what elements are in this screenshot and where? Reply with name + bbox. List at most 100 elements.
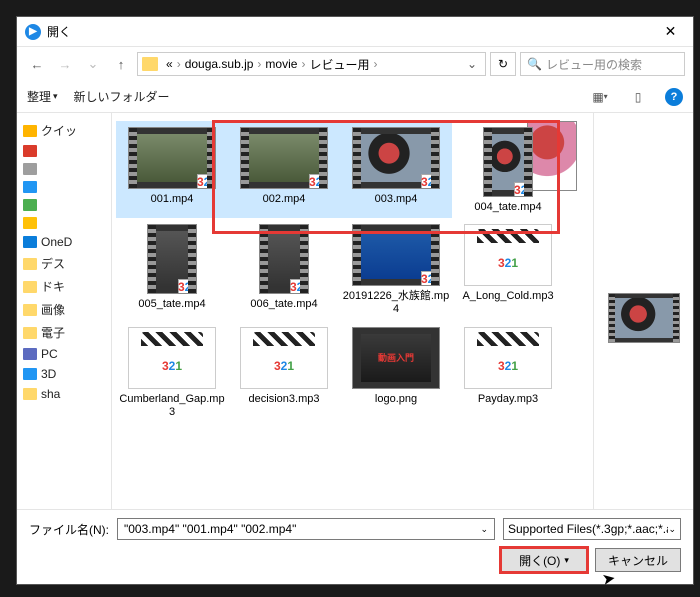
open-dialog: ▶ 開く ✕ ← → ⌄ ↑ «› douga.sub.jp› movie› レ… [16, 16, 694, 585]
sidebar-item[interactable]: クイッ [19, 119, 109, 142]
view-button[interactable]: ▦ ▾ [589, 86, 611, 108]
file-thumbnail: 321 [464, 327, 552, 389]
sidebar-item-label: デス [41, 255, 65, 272]
organize-menu[interactable]: 整理 ▾ [27, 88, 58, 105]
refresh-button[interactable]: ↻ [490, 52, 516, 76]
sidebar-item[interactable] [19, 214, 109, 232]
sidebar-icon [23, 199, 37, 211]
file-thumbnail: 321 [483, 127, 533, 197]
mpc-badge-icon: 321 [421, 174, 440, 189]
sidebar-item[interactable]: sha [19, 384, 109, 404]
preview-pane-button[interactable]: ▯ [627, 86, 649, 108]
back-button[interactable]: ← [25, 52, 49, 76]
sidebar-item-label: OneD [41, 235, 72, 249]
file-name: 20191226_水族館.mp4 [342, 290, 450, 316]
search-placeholder: レビュー用の検索 [546, 56, 642, 73]
file-thumbnail: 動画入門 [352, 327, 440, 389]
sidebar-item[interactable]: 画像 [19, 298, 109, 321]
file-thumbnail: 321 [464, 224, 552, 286]
sidebar-item-label: ドキ [41, 278, 65, 295]
file-item[interactable]: 321 A_Long_Cold.mp3 [452, 218, 564, 320]
help-button[interactable]: ? [665, 88, 683, 106]
filetype-filter[interactable]: Supported Files(*.3gp;*.aac;*.ac⌄ [503, 518, 681, 540]
file-name: Payday.mp3 [478, 393, 538, 406]
titlebar: ▶ 開く ✕ [17, 17, 693, 47]
sidebar-item-label: 画像 [41, 301, 65, 318]
file-item[interactable]: 321005_tate.mp4 [116, 218, 228, 320]
file-thumbnail: 321 [352, 127, 440, 189]
address-bar: ← → ⌄ ↑ «› douga.sub.jp› movie› レビュー用› ⌄… [17, 47, 693, 81]
file-item[interactable]: 321002.mp4 [228, 121, 340, 218]
crumb-1[interactable]: douga.sub.jp [181, 57, 258, 71]
path-dropdown-icon[interactable]: ⌄ [463, 57, 481, 71]
sidebar-item[interactable] [19, 160, 109, 178]
sidebar-item-label: クイッ [41, 122, 77, 139]
search-icon: 🔍 [527, 57, 542, 71]
file-item[interactable]: 321 decision3.mp3 [228, 321, 340, 423]
sidebar-icon [23, 281, 37, 293]
file-thumbnail: 321 [240, 127, 328, 189]
up-button[interactable]: ↑ [109, 52, 133, 76]
open-button[interactable]: 開く(O)▾ ➤ [501, 548, 587, 572]
forward-button[interactable]: → [53, 52, 77, 76]
file-name: A_Long_Cold.mp3 [462, 290, 553, 303]
file-name: 006_tate.mp4 [250, 298, 317, 311]
filename-input[interactable]: "003.mp4" "001.mp4" "002.mp4"⌄ [117, 518, 495, 540]
mpc-badge-icon: 321 [514, 182, 533, 197]
file-item[interactable]: 動画入門 logo.png [340, 321, 452, 423]
cancel-button[interactable]: キャンセル [595, 548, 681, 572]
file-item[interactable]: 321003.mp4 [340, 121, 452, 218]
toolbar: 整理 ▾ 新しいフォルダー ▦ ▾ ▯ ? [17, 81, 693, 113]
sidebar-icon [23, 236, 37, 248]
sidebar-icon [23, 388, 37, 400]
file-thumbnail: 321 [240, 327, 328, 389]
sidebar-icon [23, 125, 37, 137]
sidebar-item[interactable]: デス [19, 252, 109, 275]
crumb-root[interactable]: « [162, 57, 177, 71]
sidebar-icon [23, 145, 37, 157]
dialog-title: 開く [47, 23, 648, 40]
mpc-badge-icon: 321 [197, 174, 216, 189]
sidebar-item[interactable] [19, 196, 109, 214]
breadcrumb[interactable]: «› douga.sub.jp› movie› レビュー用› ⌄ [137, 52, 486, 76]
sidebar-item[interactable]: OneD [19, 232, 109, 252]
sidebar-item[interactable] [19, 178, 109, 196]
crumb-3[interactable]: レビュー用 [305, 56, 373, 73]
close-button[interactable]: ✕ [648, 17, 693, 47]
search-input[interactable]: 🔍 レビュー用の検索 [520, 52, 685, 76]
sidebar-item[interactable]: 3D [19, 364, 109, 384]
file-item[interactable]: 321 Payday.mp3 [452, 321, 564, 423]
crumb-2[interactable]: movie [261, 57, 301, 71]
mpc-badge-icon: 321 [178, 279, 197, 294]
sidebar-item[interactable]: PC [19, 344, 109, 364]
app-icon: ▶ [25, 24, 41, 40]
sidebar-item[interactable]: ドキ [19, 275, 109, 298]
file-list[interactable]: 321001.mp4321002.mp4321003.mp4321004_tat… [112, 113, 593, 509]
file-item[interactable]: 321Cumberland_Gap.mp3 [116, 321, 228, 423]
recent-dropdown[interactable]: ⌄ [81, 52, 105, 76]
sidebar-icon [23, 217, 37, 229]
file-name: logo.png [375, 393, 417, 406]
footer: ファイル名(N): "003.mp4" "001.mp4" "002.mp4"⌄… [17, 509, 693, 584]
file-item[interactable]: 32120191226_水族館.mp4 [340, 218, 452, 320]
file-name: 002.mp4 [263, 193, 306, 206]
file-item[interactable]: 321004_tate.mp4 [452, 121, 564, 218]
mpc-badge-icon: 321 [309, 174, 328, 189]
mpc-badge-icon: 321 [290, 279, 309, 294]
preview-thumbnail [608, 293, 680, 343]
file-item[interactable]: 321001.mp4 [116, 121, 228, 218]
file-thumbnail: 321 [147, 224, 197, 294]
sidebar-item[interactable]: 電子 [19, 321, 109, 344]
sidebar-item-label: 電子 [41, 324, 65, 341]
sidebar-icon [23, 181, 37, 193]
file-name: 001.mp4 [151, 193, 194, 206]
file-name: decision3.mp3 [249, 393, 320, 406]
sidebar-icon [23, 304, 37, 316]
file-name: 003.mp4 [375, 193, 418, 206]
sidebar: クイッ OneD デスドキ画像電子 PC 3D sha [17, 113, 112, 509]
file-thumbnail: 321 [259, 224, 309, 294]
sidebar-item[interactable] [19, 142, 109, 160]
sidebar-item-label: 3D [41, 367, 56, 381]
file-item[interactable]: 321 006_tate.mp4 [228, 218, 340, 320]
new-folder-button[interactable]: 新しいフォルダー [74, 88, 170, 105]
